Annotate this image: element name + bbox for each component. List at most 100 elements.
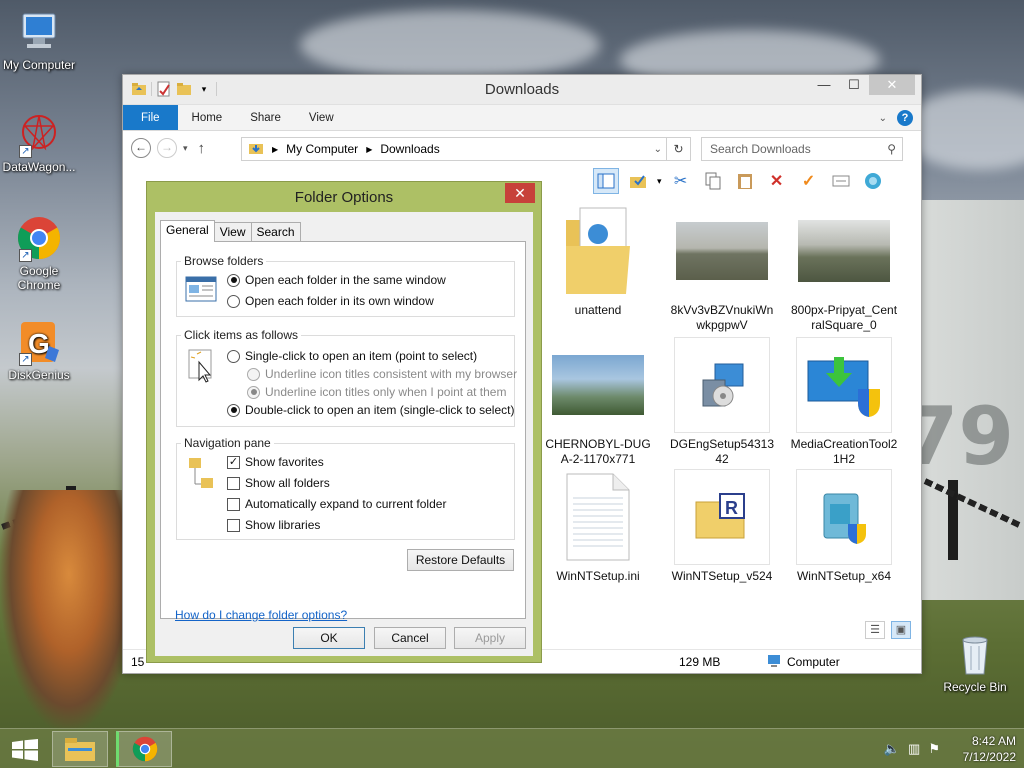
file-name: MediaCreationTool21H2 <box>790 437 898 466</box>
radio-button[interactable] <box>227 403 240 417</box>
file-item[interactable]: WinNTSetup.ini <box>543 469 653 584</box>
restore-defaults-button[interactable]: Restore Defaults <box>407 549 514 571</box>
help-link[interactable]: How do I change folder options? <box>175 608 347 622</box>
tab-home[interactable]: Home <box>178 105 237 130</box>
radio-button[interactable] <box>227 349 240 363</box>
underline-browser-option[interactable]: Underline icon titles consistent with my… <box>247 367 517 381</box>
maximize-button[interactable]: ☐ <box>839 75 869 95</box>
tab-general[interactable]: General <box>160 220 215 242</box>
rename-icon[interactable] <box>828 168 854 194</box>
radio-button[interactable] <box>227 273 240 287</box>
breadcrumb-downloads[interactable]: Downloads <box>380 142 439 156</box>
tab-file[interactable]: File <box>123 105 178 130</box>
desktop-icon-diskgenius[interactable]: G ↗ DiskGenius <box>1 318 77 382</box>
archive-icon: R <box>674 469 770 565</box>
breadcrumb-my-computer[interactable]: My Computer <box>286 142 358 156</box>
search-icon: ⚲ <box>887 142 896 156</box>
breadcrumb-separator: ▶ <box>272 144 279 154</box>
underline-point-option[interactable]: Underline icon titles only when I point … <box>247 385 506 399</box>
forward-button[interactable]: → <box>157 138 177 158</box>
radio-button[interactable] <box>227 294 240 308</box>
chrome-icon <box>132 736 158 762</box>
address-bar[interactable]: ▶ My Computer ▶ Downloads ⌄ <box>241 137 667 161</box>
tab-view[interactable]: View <box>295 105 348 130</box>
volume-muted-icon[interactable]: 🔈 <box>884 741 900 757</box>
auto-expand-option[interactable]: Automatically expand to current folder <box>227 497 446 511</box>
breadcrumb-separator: ▶ <box>366 144 373 154</box>
show-libraries-option[interactable]: Show libraries <box>227 518 320 532</box>
file-name: CHERNOBYL-DUGA-2-1170x771 <box>545 437 651 466</box>
desktop-icon-google-chrome[interactable]: ↗ Google Chrome <box>1 214 77 292</box>
action-center-icon[interactable]: ⚑ <box>928 741 940 757</box>
taskbar-chrome[interactable] <box>116 731 172 767</box>
ok-button[interactable]: OK <box>293 627 365 649</box>
file-item[interactable]: MediaCreationTool21H2 <box>789 337 899 466</box>
chevron-down-icon[interactable]: ▾ <box>657 176 662 187</box>
preview-pane-button[interactable] <box>593 168 619 194</box>
cut-icon[interactable]: ✂ <box>668 168 694 194</box>
help-icon[interactable]: ? <box>897 110 913 126</box>
address-dropdown-icon[interactable]: ⌄ <box>654 144 662 155</box>
checkbox[interactable] <box>227 476 240 490</box>
tab-search[interactable]: Search <box>250 222 301 241</box>
desktop-icon-my-computer[interactable]: My Computer <box>1 8 77 72</box>
checkbox[interactable] <box>227 518 240 532</box>
radio-button[interactable] <box>247 385 260 399</box>
group-title: Browse folders <box>181 254 267 268</box>
file-item[interactable]: 8kVv3vBZVnukiWnwkpgpwV <box>667 203 777 332</box>
refresh-button[interactable]: ↻ <box>667 137 691 161</box>
cancel-button[interactable]: Cancel <box>374 627 446 649</box>
recent-locations-icon[interactable]: ▾ <box>183 143 188 154</box>
file-item[interactable]: unattend <box>543 203 653 318</box>
apply-button[interactable]: Apply <box>454 627 526 649</box>
file-item[interactable]: CHERNOBYL-DUGA-2-1170x771 <box>543 337 653 466</box>
minimize-button[interactable]: — <box>809 75 839 95</box>
start-button[interactable] <box>12 739 38 761</box>
browse-same-window-option[interactable]: Open each folder in the same window <box>227 273 446 287</box>
image-thumbnail <box>550 337 646 433</box>
group-title: Navigation pane <box>181 436 274 450</box>
checkbox[interactable] <box>227 497 240 511</box>
checkmark-icon[interactable]: ✓ <box>796 168 822 194</box>
tab-view[interactable]: View <box>213 222 252 241</box>
checkbox[interactable]: ✓ <box>227 455 240 469</box>
file-item[interactable]: 800px-Pripyat_CentralSquare_0 <box>789 203 899 332</box>
details-view-button[interactable]: ☰ <box>865 621 885 639</box>
file-name: WinNTSetup.ini <box>556 569 640 583</box>
option-label: Underline icon titles consistent with my… <box>265 367 518 381</box>
folder-check-icon[interactable] <box>625 168 651 194</box>
radio-button[interactable] <box>247 367 260 381</box>
general-tab-page: Browse folders Open each folder in the s… <box>160 241 526 619</box>
expand-ribbon-icon[interactable]: ⌄ <box>879 113 887 124</box>
paste-icon[interactable] <box>732 168 758 194</box>
clock[interactable]: 8:42 AM 7/12/2022 <box>963 733 1016 765</box>
file-item[interactable]: WinNTSetup_x64 <box>789 469 899 584</box>
group-title: Click items as follows <box>181 328 302 342</box>
shell-icon[interactable] <box>860 168 886 194</box>
show-all-folders-option[interactable]: Show all folders <box>227 476 330 490</box>
tab-share[interactable]: Share <box>236 105 295 130</box>
file-item[interactable]: R WinNTSetup_v524 <box>667 469 777 584</box>
single-click-option[interactable]: Single-click to open an item (point to s… <box>227 349 477 363</box>
folder-options-dialog: Folder Options ✕ General View Search Bro… <box>146 181 542 663</box>
back-button[interactable]: ← <box>131 138 151 158</box>
ribbon-right: ⌄ ? <box>879 110 913 126</box>
up-arrow-icon[interactable]: ↑ <box>198 140 206 157</box>
explorer-titlebar[interactable]: ▾ Downloads — ☐ ✕ <box>123 75 921 105</box>
copy-icon[interactable] <box>700 168 726 194</box>
installer-icon <box>674 337 770 433</box>
delete-icon[interactable]: ✕ <box>764 168 790 194</box>
desktop-icon-recycle-bin[interactable]: Recycle Bin <box>937 630 1013 694</box>
desktop-icon-datawagon[interactable]: ↗ DataWagon... <box>1 110 77 174</box>
double-click-option[interactable]: Double-click to open an item (single-cli… <box>227 403 514 417</box>
browse-own-window-option[interactable]: Open each folder in its own window <box>227 294 434 308</box>
network-icon[interactable]: ▥ <box>908 741 920 757</box>
close-button[interactable]: ✕ <box>869 75 915 95</box>
show-favorites-option[interactable]: ✓ Show favorites <box>227 455 324 469</box>
pointer-click-icon <box>187 348 215 387</box>
large-icons-view-button[interactable]: ▣ <box>891 621 911 639</box>
file-item[interactable]: DGEngSetup5431342 <box>667 337 777 466</box>
dialog-close-button[interactable]: ✕ <box>505 183 535 203</box>
taskbar-file-explorer[interactable] <box>52 731 108 767</box>
search-input[interactable]: Search Downloads ⚲ <box>701 137 903 161</box>
